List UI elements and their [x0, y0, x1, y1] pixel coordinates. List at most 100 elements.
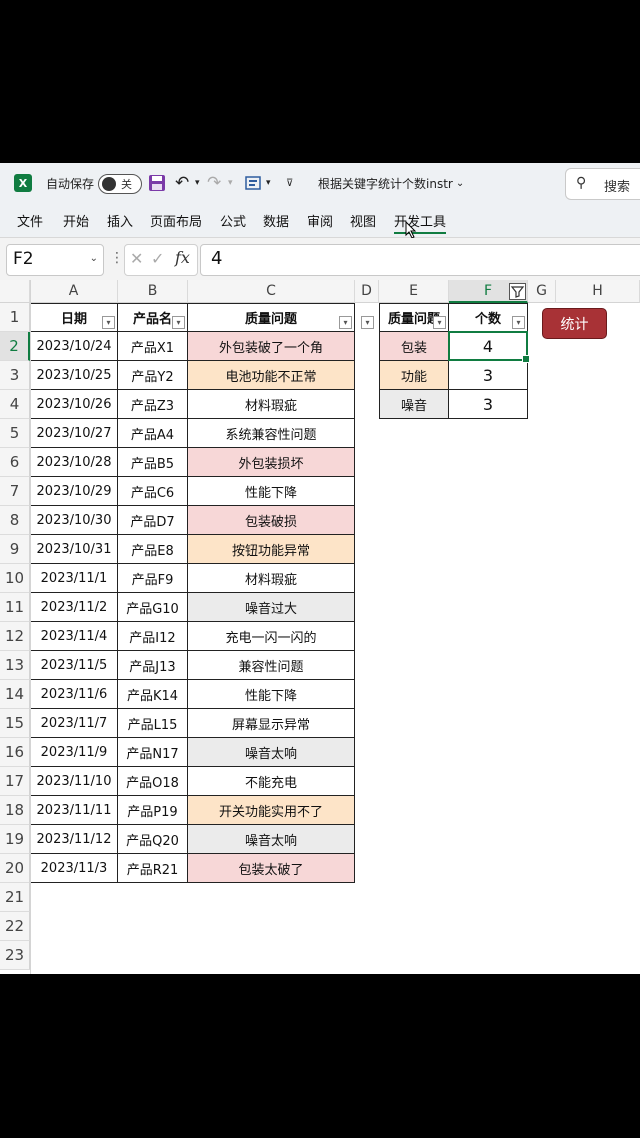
- row-header-7[interactable]: 7: [0, 477, 30, 506]
- filter-dropdown-icon[interactable]: ▾: [172, 316, 185, 329]
- count-macro-button[interactable]: 统计: [542, 308, 607, 339]
- table1-cell[interactable]: 2023/11/9: [30, 738, 118, 767]
- table1-cell[interactable]: 2023/10/26: [30, 390, 118, 419]
- tab-formulas[interactable]: 公式: [220, 211, 246, 230]
- column-header-g[interactable]: G: [528, 280, 556, 303]
- table1-cell[interactable]: 产品A4: [118, 419, 188, 448]
- keyword-cell[interactable]: 包装: [379, 332, 449, 361]
- table1-cell[interactable]: 产品D7: [118, 506, 188, 535]
- table1-cell[interactable]: 2023/10/24: [30, 332, 118, 361]
- table1-cell[interactable]: 产品G10: [118, 593, 188, 622]
- undo-icon[interactable]: ↶: [175, 163, 189, 203]
- column-header-e[interactable]: E: [379, 280, 449, 303]
- select-all-corner[interactable]: [0, 280, 30, 303]
- filter-dropdown-icon[interactable]: ▾: [512, 316, 525, 329]
- row-header-6[interactable]: 6: [0, 448, 30, 477]
- row-header-8[interactable]: 8: [0, 506, 30, 535]
- table1-cell[interactable]: 噪音太响: [188, 825, 355, 854]
- tab-developer[interactable]: 开发工具: [394, 211, 447, 234]
- table1-cell[interactable]: 兼容性问题: [188, 651, 355, 680]
- table1-cell[interactable]: 产品Q20: [118, 825, 188, 854]
- table1-cell[interactable]: 2023/11/7: [30, 709, 118, 738]
- table1-cell[interactable]: 屏幕显示异常: [188, 709, 355, 738]
- tab-data[interactable]: 数据: [263, 211, 289, 230]
- row-header-10[interactable]: 10: [0, 564, 30, 593]
- table1-cell[interactable]: 2023/11/4: [30, 622, 118, 651]
- table1-cell[interactable]: 产品R21: [118, 854, 188, 883]
- keyword-cell[interactable]: 功能: [379, 361, 449, 390]
- row-header-16[interactable]: 16: [0, 738, 30, 767]
- row-header-18[interactable]: 18: [0, 796, 30, 825]
- keyword-cell[interactable]: 噪音: [379, 390, 449, 419]
- tab-view[interactable]: 视图: [350, 211, 376, 230]
- table1-cell[interactable]: 材料瑕疵: [188, 564, 355, 593]
- active-cell-selection[interactable]: [448, 331, 530, 363]
- table1-cell[interactable]: 2023/11/5: [30, 651, 118, 680]
- filter-dropdown-icon[interactable]: ▾: [102, 316, 115, 329]
- row-header-17[interactable]: 17: [0, 767, 30, 796]
- table1-cell[interactable]: 按钮功能异常: [188, 535, 355, 564]
- form-tool-icon[interactable]: [245, 163, 263, 203]
- table1-cell[interactable]: 2023/11/1: [30, 564, 118, 593]
- redo-dropdown-icon[interactable]: ▾: [228, 163, 233, 203]
- table1-cell[interactable]: 产品Z3: [118, 390, 188, 419]
- column-header-c[interactable]: C: [188, 280, 355, 303]
- table1-cell[interactable]: 系统兼容性问题: [188, 419, 355, 448]
- filter-dropdown-icon[interactable]: ▾: [361, 316, 374, 329]
- row-header-20[interactable]: 20: [0, 854, 30, 883]
- row-header-13[interactable]: 13: [0, 651, 30, 680]
- column-header-d[interactable]: D: [355, 280, 379, 303]
- row-header-5[interactable]: 5: [0, 419, 30, 448]
- table1-cell[interactable]: 2023/10/31: [30, 535, 118, 564]
- column-header-h[interactable]: H: [556, 280, 640, 303]
- cancel-icon[interactable]: ✕: [130, 249, 143, 268]
- row-header-3[interactable]: 3: [0, 361, 30, 390]
- column-header-a[interactable]: A: [30, 280, 118, 303]
- table1-cell[interactable]: 产品N17: [118, 738, 188, 767]
- undo-dropdown-icon[interactable]: ▾: [195, 163, 200, 203]
- table1-cell[interactable]: 2023/11/10: [30, 767, 118, 796]
- row-header-14[interactable]: 14: [0, 680, 30, 709]
- row-header-9[interactable]: 9: [0, 535, 30, 564]
- tab-home[interactable]: 开始: [63, 211, 89, 230]
- count-cell[interactable]: 3: [449, 390, 528, 419]
- row-header-2[interactable]: 2: [0, 332, 30, 361]
- table1-cell[interactable]: 包装破损: [188, 506, 355, 535]
- fx-icon[interactable]: fx: [175, 248, 190, 267]
- table1-cell[interactable]: 2023/11/3: [30, 854, 118, 883]
- table1-cell[interactable]: 产品X1: [118, 332, 188, 361]
- tab-review[interactable]: 审阅: [307, 211, 333, 230]
- table1-cell[interactable]: 2023/11/2: [30, 593, 118, 622]
- table1-cell[interactable]: 外包装损坏: [188, 448, 355, 477]
- row-header-23[interactable]: 23: [0, 941, 30, 970]
- filter-dropdown-icon[interactable]: ▾: [339, 316, 352, 329]
- table1-cell[interactable]: 产品O18: [118, 767, 188, 796]
- table1-cell[interactable]: 材料瑕疵: [188, 390, 355, 419]
- table1-cell[interactable]: 产品I12: [118, 622, 188, 651]
- row-header-15[interactable]: 15: [0, 709, 30, 738]
- table1-cell[interactable]: 产品C6: [118, 477, 188, 506]
- count-cell[interactable]: 3: [449, 361, 528, 390]
- table1-cell[interactable]: 性能下降: [188, 680, 355, 709]
- name-box[interactable]: F2 ⌄: [6, 244, 104, 276]
- table1-cell[interactable]: 包装太破了: [188, 854, 355, 883]
- table1-cell[interactable]: 性能下降: [188, 477, 355, 506]
- table1-cell[interactable]: 产品B5: [118, 448, 188, 477]
- more-options-icon[interactable]: ⋮: [110, 250, 124, 266]
- row-header-21[interactable]: 21: [0, 883, 30, 912]
- tab-page-layout[interactable]: 页面布局: [150, 211, 202, 230]
- table1-cell[interactable]: 外包装破了一个角: [188, 332, 355, 361]
- formula-input[interactable]: 4: [200, 244, 640, 276]
- table1-cell[interactable]: 不能充电: [188, 767, 355, 796]
- table1-cell[interactable]: 2023/10/25: [30, 361, 118, 390]
- table1-cell[interactable]: 噪音过大: [188, 593, 355, 622]
- table1-cell[interactable]: 产品P19: [118, 796, 188, 825]
- document-title[interactable]: 根据关键字统计个数instr ⌄: [318, 163, 464, 203]
- customize-toolbar-icon[interactable]: ⊽: [286, 163, 293, 203]
- autosave-toggle[interactable]: 关: [98, 174, 142, 194]
- tab-insert[interactable]: 插入: [107, 211, 133, 230]
- save-icon[interactable]: [148, 163, 166, 203]
- table1-cell[interactable]: 电池功能不正常: [188, 361, 355, 390]
- table1-cell[interactable]: 产品J13: [118, 651, 188, 680]
- tab-file[interactable]: 文件: [17, 211, 43, 230]
